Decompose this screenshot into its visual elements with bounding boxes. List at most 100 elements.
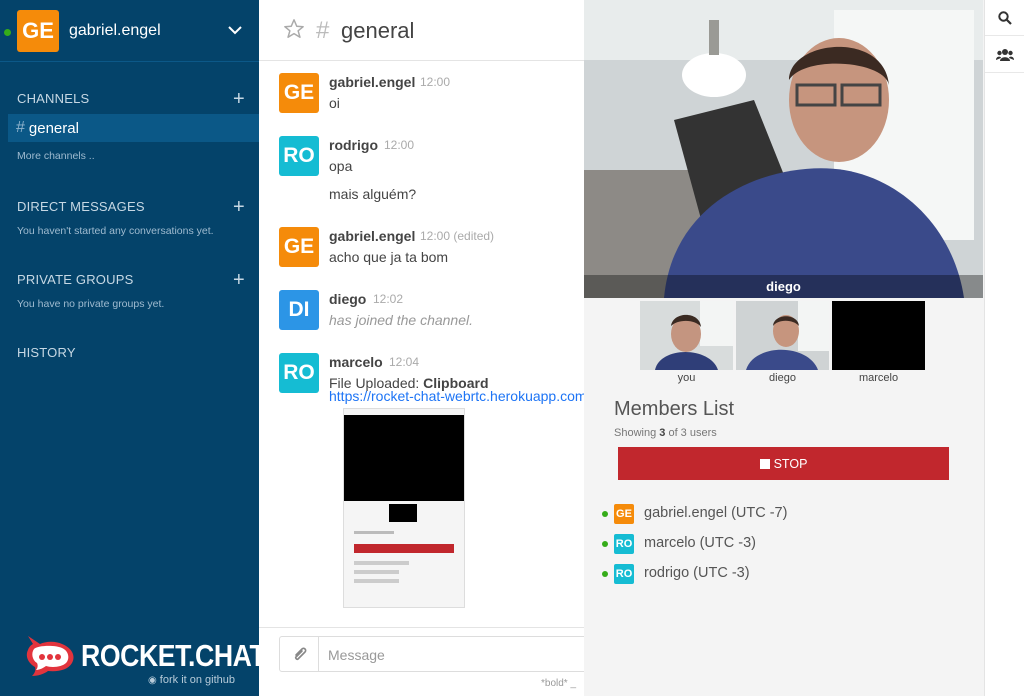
avatar: RO bbox=[614, 534, 634, 554]
history-title[interactable]: HISTORY bbox=[17, 345, 76, 360]
composer-divider bbox=[318, 637, 319, 671]
avatar[interactable]: RO bbox=[279, 353, 319, 393]
members-count: Showing 3 of 3 users bbox=[614, 427, 717, 439]
video-thumb-you[interactable] bbox=[640, 301, 733, 370]
search-button[interactable] bbox=[985, 0, 1024, 36]
thumb-member bbox=[354, 579, 399, 583]
stop-icon bbox=[759, 458, 770, 469]
online-status-dot bbox=[602, 571, 608, 577]
sidebar-item-label: general bbox=[28, 119, 79, 137]
user-name: gabriel.engel bbox=[69, 22, 161, 39]
member-item[interactable]: GE gabriel.engel (UTC -7) bbox=[602, 504, 962, 524]
message-time: 12:04 bbox=[389, 355, 420, 369]
private-groups-empty: You have no private groups yet. bbox=[17, 298, 165, 310]
github-icon: ◉ bbox=[148, 675, 157, 686]
video-thumb-label: you bbox=[677, 372, 696, 384]
video-thumb-label: marcelo bbox=[858, 372, 899, 384]
right-toolbar bbox=[984, 0, 1024, 696]
hash-icon: # bbox=[316, 17, 330, 44]
members-count-suffix: of 3 users bbox=[665, 427, 717, 439]
members-count-prefix: Showing bbox=[614, 427, 660, 439]
add-channel-button[interactable]: + bbox=[233, 89, 245, 109]
room-header: # general bbox=[259, 0, 584, 61]
video-frame-image bbox=[736, 301, 829, 370]
user-header[interactable]: GE gabriel.engel bbox=[0, 0, 259, 62]
rocket-chat-logo-icon bbox=[26, 636, 74, 676]
message-time: 12:00 (edited) bbox=[420, 229, 495, 243]
more-channels-link[interactable]: More channels .. bbox=[17, 150, 95, 162]
avatar[interactable]: GE bbox=[279, 73, 319, 113]
thumb-stop bbox=[354, 544, 454, 553]
chat-area: # general GE gabriel.engel 12:00 oi RO r… bbox=[259, 0, 584, 696]
stop-button[interactable]: STOP bbox=[618, 447, 949, 480]
thumb-video-small bbox=[389, 504, 417, 522]
message-text: has joined the channel. bbox=[329, 312, 473, 328]
main-video-label: diego bbox=[766, 279, 801, 294]
message-text: acho que ja ta bom bbox=[329, 249, 449, 265]
message-username[interactable]: rodrigo bbox=[329, 137, 378, 153]
direct-messages-title: DIRECT MESSAGES bbox=[17, 199, 145, 214]
room-title: general bbox=[341, 18, 415, 43]
message-input[interactable]: Message bbox=[328, 647, 385, 663]
composer: Message *bold* _ bbox=[259, 627, 584, 696]
fork-label: fork it on github bbox=[159, 674, 236, 686]
message-input-box[interactable]: Message bbox=[279, 636, 584, 672]
sidebar-item-general[interactable]: # general bbox=[8, 114, 259, 142]
member-name: marcelo (UTC -3) bbox=[644, 535, 756, 551]
video-thumb-diego[interactable] bbox=[736, 301, 829, 370]
file-link[interactable]: https://rocket-chat-webrtc.herokuapp.com bbox=[329, 388, 584, 404]
rocket-chat-logo-text: ROCKET.CHAT bbox=[81, 638, 266, 673]
message-text: opa bbox=[329, 158, 353, 174]
video-frame-image bbox=[640, 301, 733, 370]
member-item[interactable]: RO marcelo (UTC -3) bbox=[602, 534, 962, 554]
message-text: mais alguém? bbox=[329, 186, 417, 202]
message-text: oi bbox=[329, 95, 340, 111]
thumb-video bbox=[344, 415, 464, 501]
fork-on-github-link[interactable]: ◉ fork it on github bbox=[148, 674, 235, 686]
members-icon bbox=[996, 48, 1014, 61]
thumb-text bbox=[354, 531, 394, 534]
formatting-hint: *bold* _ bbox=[541, 678, 577, 689]
message-time: 12:00 bbox=[420, 75, 451, 89]
star-icon[interactable] bbox=[283, 18, 305, 40]
thumb-member bbox=[354, 570, 399, 574]
direct-messages-empty: You haven't started any conversations ye… bbox=[17, 225, 214, 237]
uploaded-image-thumbnail[interactable] bbox=[343, 408, 465, 608]
avatar[interactable]: RO bbox=[279, 136, 319, 176]
online-status-dot bbox=[602, 541, 608, 547]
message-username[interactable]: gabriel.engel bbox=[329, 228, 415, 244]
video-frame-image bbox=[584, 0, 983, 298]
message-username[interactable]: diego bbox=[329, 291, 366, 307]
message-time: 12:00 bbox=[384, 138, 415, 152]
user-avatar: GE bbox=[17, 10, 59, 52]
avatar[interactable]: GE bbox=[279, 227, 319, 267]
private-groups-title: PRIVATE GROUPS bbox=[17, 272, 134, 287]
members-button[interactable] bbox=[985, 37, 1024, 73]
video-panel: diego you diego marcelo Members List Sho… bbox=[584, 0, 984, 696]
search-icon bbox=[998, 10, 1012, 25]
message-username[interactable]: marcelo bbox=[329, 354, 383, 370]
add-private-group-button[interactable]: + bbox=[233, 270, 245, 290]
online-status-dot bbox=[602, 511, 608, 517]
thumb-member bbox=[354, 561, 409, 565]
avatar: RO bbox=[614, 564, 634, 584]
chevron-down-icon[interactable] bbox=[228, 23, 242, 37]
add-direct-message-button[interactable]: + bbox=[233, 197, 245, 217]
video-thumb-marcelo[interactable] bbox=[832, 301, 925, 370]
member-name: gabriel.engel (UTC -7) bbox=[644, 505, 788, 521]
main-video: diego bbox=[584, 0, 983, 298]
hash-icon: # bbox=[16, 119, 25, 136]
video-thumb-label: diego bbox=[769, 372, 796, 384]
stop-label: STOP bbox=[773, 456, 808, 471]
sidebar: GE gabriel.engel CHANNELS + # general Mo… bbox=[0, 0, 266, 696]
members-list-title: Members List bbox=[614, 398, 735, 420]
user-status-dot bbox=[4, 29, 11, 36]
avatar[interactable]: DI bbox=[279, 290, 319, 330]
paperclip-icon[interactable] bbox=[290, 645, 310, 665]
message-username[interactable]: gabriel.engel bbox=[329, 74, 415, 90]
member-name: rodrigo (UTC -3) bbox=[644, 565, 750, 581]
avatar: GE bbox=[614, 504, 634, 524]
member-item[interactable]: RO rodrigo (UTC -3) bbox=[602, 564, 962, 584]
message-time: 12:02 bbox=[373, 292, 404, 306]
channels-title: CHANNELS bbox=[17, 91, 90, 106]
